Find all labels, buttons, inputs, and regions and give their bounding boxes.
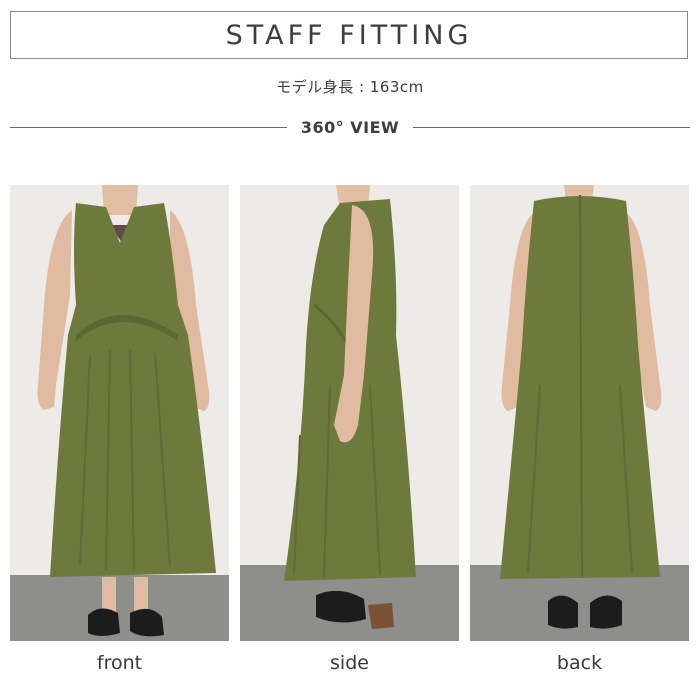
page-title: STAFF FITTING bbox=[225, 19, 473, 51]
model-front-photo bbox=[10, 185, 229, 641]
divider-right bbox=[413, 126, 691, 128]
view-label: 360° VIEW bbox=[300, 117, 400, 137]
title-box: STAFF FITTING bbox=[10, 11, 688, 59]
model-back-photo bbox=[470, 185, 689, 641]
divider-left bbox=[10, 126, 287, 128]
caption-back: back bbox=[556, 652, 603, 674]
caption-front: front bbox=[96, 652, 143, 674]
view-heading: 360° VIEW bbox=[10, 114, 691, 140]
model-side-photo bbox=[240, 185, 459, 641]
model-height-label: モデル身長 : 163cm bbox=[276, 78, 424, 96]
caption-side: side bbox=[330, 652, 369, 674]
